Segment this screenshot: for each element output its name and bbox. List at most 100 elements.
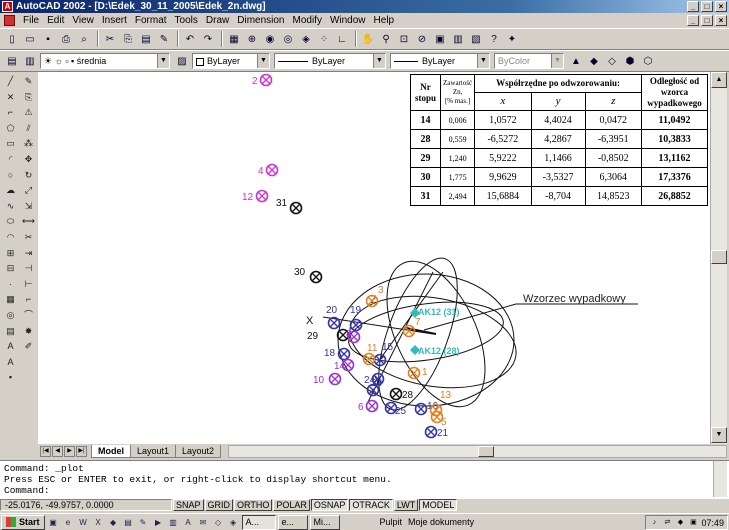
express-icon[interactable]: ✦ (504, 31, 520, 47)
redo-icon[interactable]: ↷ (200, 31, 216, 47)
stretch-icon[interactable]: ⇲ (22, 199, 36, 213)
close-button[interactable]: × (715, 1, 727, 12)
quicklaunch-mail-icon[interactable]: ✉ (197, 516, 210, 529)
rotate-icon[interactable]: ↻ (22, 168, 36, 182)
hatch-icon[interactable]: ▦ (4, 292, 18, 306)
copy-icon[interactable]: ⎘ (120, 31, 136, 47)
polygon-icon[interactable]: ⬠ (4, 121, 18, 135)
quicklaunch-word-icon[interactable]: W (77, 516, 90, 529)
construction-line-icon[interactable]: ✕ (4, 90, 18, 104)
lineweight-combo[interactable]: ByLayer ▼ (390, 53, 490, 69)
today-icon[interactable]: ◉ (262, 31, 278, 47)
sample-point[interactable]: 10 (313, 372, 342, 387)
layers-icon[interactable]: ▤ (4, 53, 20, 69)
properties-icon[interactable]: ▣ (432, 31, 448, 47)
table-icon[interactable]: ▤ (4, 324, 18, 338)
snap-toggle[interactable]: SNAP (173, 499, 204, 511)
pan-icon[interactable]: ✋ (360, 31, 376, 47)
last-tab-icon[interactable]: ▶| (76, 446, 87, 457)
doc-minimize-button[interactable]: _ (687, 15, 699, 26)
quicklaunch-tool-icon[interactable]: ✎ (137, 516, 150, 529)
sample-point[interactable]: 5 (430, 410, 448, 429)
document-icon[interactable] (4, 15, 15, 26)
polyline-icon[interactable]: ⌐ (4, 105, 18, 119)
paste-icon[interactable]: ▤ (138, 31, 154, 47)
quicklaunch-db-icon[interactable]: ▥ (167, 516, 180, 529)
menu-modify[interactable]: Modify (289, 13, 326, 28)
arc-icon[interactable]: ◜ (4, 152, 18, 166)
otrack-toggle[interactable]: OTRACK (349, 499, 393, 511)
layer-manager-icon[interactable]: ▥ (22, 53, 38, 69)
hyperlink-icon[interactable]: ⊕ (244, 31, 260, 47)
revcloud-icon[interactable]: ☁ (4, 183, 18, 197)
linetype-combo[interactable]: ByLayer ▼ (274, 53, 386, 69)
color-combo[interactable]: ByLayer ▼ (192, 53, 270, 69)
scroll-thumb[interactable] (711, 250, 727, 264)
explode-icon[interactable]: ✸ (22, 324, 36, 338)
publish-icon[interactable]: ◈ (298, 31, 314, 47)
sample-point[interactable]: 29 (307, 328, 350, 343)
chamfer-icon[interactable]: ⌐ (22, 292, 36, 306)
taskbar-item-word[interactable]: Mi... (309, 514, 340, 530)
ucs-icon[interactable]: ∟ (334, 31, 350, 47)
new-file-icon[interactable]: ▯ (4, 31, 20, 47)
break-icon[interactable]: ⊣ (22, 261, 36, 275)
sample-point[interactable]: 4 (258, 163, 279, 178)
model-toggle[interactable]: MODEL (419, 499, 458, 511)
drawing-area[interactable]: Wzorzec wypadkowy AK12 (31) AK12 (28) X … (38, 72, 710, 444)
ellipse-icon[interactable]: ⬭ (4, 214, 18, 228)
quicklaunch-misc2-icon[interactable]: ◈ (227, 516, 240, 529)
rectangle-icon[interactable]: ▭ (4, 136, 18, 150)
hscroll-thumb[interactable] (477, 446, 494, 457)
extend-icon[interactable]: ⇥ (22, 246, 36, 260)
tool-palette-icon[interactable]: ▧ (468, 31, 484, 47)
doc-restore-button[interactable]: □ (701, 15, 713, 26)
menu-insert[interactable]: Insert (98, 13, 131, 28)
offset-icon[interactable]: ⫽ (22, 121, 36, 135)
osnap-toggle[interactable]: OSNAP (310, 499, 349, 511)
menu-format[interactable]: Format (131, 13, 171, 28)
sample-point[interactable]: 1 (407, 366, 429, 380)
fillet-icon[interactable]: ⌒ (22, 308, 36, 322)
match-properties-icon[interactable]: ✎ (156, 31, 172, 47)
grid-toggle[interactable]: GRID (204, 499, 234, 511)
start-button[interactable]: Start (1, 514, 45, 530)
spline-icon[interactable]: ∿ (4, 199, 18, 213)
circle-icon[interactable]: ○ (4, 168, 18, 182)
sample-point[interactable]: 28 (389, 387, 414, 402)
sample-point[interactable]: 2 (252, 73, 273, 88)
tab-model[interactable]: Model (91, 445, 131, 458)
render-icon[interactable]: ⬡ (640, 53, 656, 69)
design-center-icon[interactable]: ▦ (226, 31, 242, 47)
cut-icon[interactable]: ✂ (102, 31, 118, 47)
join-icon[interactable]: ⊢ (22, 277, 36, 291)
quicklaunch-ie-icon[interactable]: e (62, 516, 75, 529)
scroll-down-icon[interactable]: ▼ (711, 427, 727, 443)
ellipse-arc-icon[interactable]: ◠ (4, 230, 18, 244)
undo-icon[interactable]: ↶ (182, 31, 198, 47)
help-icon[interactable]: ? (486, 31, 502, 47)
lwt-toggle[interactable]: LWT (393, 499, 419, 511)
sample-point[interactable]: 7 (402, 317, 422, 338)
zoom-window-icon[interactable]: ⊡ (396, 31, 412, 47)
menu-dimension[interactable]: Dimension (233, 13, 288, 28)
polar-toggle[interactable]: POLAR (273, 499, 310, 511)
command-scrollbar[interactable] (713, 461, 727, 497)
menu-file[interactable]: File (19, 13, 43, 28)
adcenter-icon[interactable]: ▥ (450, 31, 466, 47)
quicklaunch-desktop-icon[interactable]: ▣ (47, 516, 60, 529)
menu-draw[interactable]: Draw (202, 13, 233, 28)
tray-app-icon[interactable]: ▣ (688, 518, 698, 528)
next-tab-icon[interactable]: ▶ (64, 446, 75, 457)
print-preview-icon[interactable]: ⌕ (76, 31, 92, 47)
maximize-button[interactable]: □ (701, 1, 713, 12)
edit-icon[interactable]: ✐ (22, 339, 36, 353)
mtext-icon[interactable]: A (4, 339, 18, 353)
zoom-realtime-icon[interactable]: ⚲ (378, 31, 394, 47)
taskbar-item-explorer[interactable]: e... (277, 514, 308, 530)
sample-point[interactable]: 20 (326, 305, 341, 330)
text-icon[interactable]: A (4, 355, 18, 369)
zoom-previous-icon[interactable]: ⊘ (414, 31, 430, 47)
quicklaunch-app-icon[interactable]: ◆ (107, 516, 120, 529)
scale-icon[interactable]: ⤢ (22, 183, 36, 197)
